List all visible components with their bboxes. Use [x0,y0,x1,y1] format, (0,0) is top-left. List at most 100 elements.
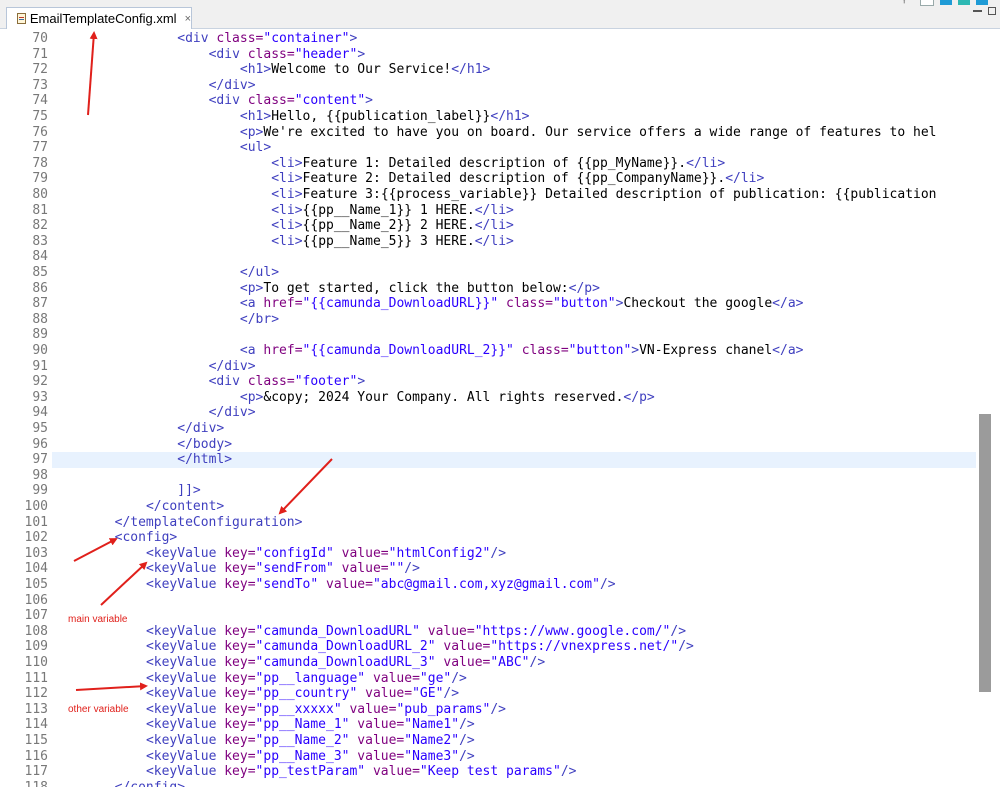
code-line[interactable]: </content> [52,499,976,515]
code-line[interactable]: </body> [52,437,976,453]
code-line[interactable]: <a href="{{camunda_DownloadURL_2}}" clas… [52,343,976,359]
code-area[interactable]: <div class="container"> <div class="heade… [52,29,976,787]
code-token: value= [427,623,475,639]
code-token: "pp__Name_3" [255,748,350,764]
code-line[interactable]: <p>To get started, click the button belo… [52,281,976,297]
xml-editor[interactable]: 70 71 72 73 74 75 76 77 78 79 80 81 82 83 84 85 86 87 88 89… [0,29,1000,787]
code-token: </config> [115,780,185,787]
line-number: 82 [32,218,48,234]
code-token: value= [443,639,491,655]
code-line[interactable] [52,249,976,265]
line-number-gutter: 70 71 72 73 74 75 76 77 78 79 80 81 82 83 84 85 86 87 88 89… [14,29,52,787]
code-line[interactable]: <config> [52,530,976,546]
code-line[interactable]: <h1>Hello, {{publication_label}}</h1> [52,109,976,125]
code-line[interactable]: <li>Feature 1: Detailed description of {… [52,156,976,172]
code-line[interactable]: <li>{{pp__Name_1}} 1 HERE.</li> [52,203,976,219]
code-line[interactable]: <li>{{pp__Name_5}} 3 HERE.</li> [52,234,976,250]
code-line[interactable]: <li>Feature 2: Detailed description of {… [52,171,976,187]
code-line[interactable]: </div> [52,78,976,94]
code-line[interactable]: <keyValue key="camunda_DownloadURL_3" va… [52,655,976,671]
line-number: 110 [24,655,48,670]
code-line[interactable]: </div> [52,359,976,375]
code-token: > [631,343,640,358]
vertical-scrollbar-thumb[interactable] [979,414,991,692]
code-line[interactable]: </html> [52,452,976,468]
line-number: 109 [24,639,48,655]
code-line[interactable]: <li>Feature 3:{{process_variable}} Detai… [52,187,976,203]
code-line[interactable]: <keyValue key="pp__language" value="ge"/… [52,671,976,687]
line-number: 78 [32,155,48,171]
code-line[interactable] [52,468,976,484]
search-icon[interactable]: ⚲ [901,0,908,5]
code-line[interactable]: <keyValue key="pp__country" value="GE"/> [52,686,976,702]
code-token: "configId" [255,545,334,561]
code-line[interactable]: </br> [52,312,976,328]
code-line[interactable]: <keyValue key="pp__xxxxx" value="pub_par… [52,702,976,718]
line-number: 101 [24,514,48,530]
code-line[interactable]: <keyValue key="pp__Name_3" value="Name3"… [52,749,976,765]
code-token: <a [239,296,264,312]
code-line[interactable]: </config> [52,780,976,787]
code-line[interactable]: <ul> [52,140,976,156]
code-token: </content> [145,499,225,514]
code-line[interactable]: <div class="container"> [52,31,976,47]
code-line[interactable]: <keyValue key="pp_testParam" value="Keep… [52,764,976,780]
code-token: "sendFrom" [255,561,334,577]
code-line[interactable]: <p>&copy; 2024 Your Company. All rights … [52,390,976,406]
editor-tab-bar: EmailTemplateConfig.xml × ⚲ [0,0,1000,29]
maximize-icon[interactable] [988,7,996,15]
tab-email-template-config[interactable]: EmailTemplateConfig.xml × [6,7,192,29]
code-token: key= [224,561,256,577]
code-token: /> [490,701,507,717]
perspective-git-icon[interactable] [976,0,988,5]
annotation-main-variable: main variable [68,614,128,625]
code-line[interactable]: <div class="header"> [52,47,976,63]
code-token: </div> [208,405,256,421]
code-line[interactable]: ]]> [52,483,976,499]
code-line[interactable]: <li>{{pp__Name_2}} 2 HERE.</li> [52,218,976,234]
perspective-java-icon[interactable] [940,0,952,5]
line-number: 80 [32,187,48,202]
code-line[interactable]: </div> [52,405,976,421]
code-token: VN-Express chanel [639,343,773,358]
line-number: 93 [32,389,48,405]
code-line[interactable]: <div class="footer"> [52,374,976,390]
line-number: 91 [32,358,48,374]
code-token: "content" [294,93,366,109]
code-line[interactable]: <p>We're excited to have you on board. O… [52,125,976,141]
code-token: "camunda_DownloadURL" [255,623,420,639]
code-token: </p> [623,389,655,405]
minimize-icon[interactable] [973,10,982,12]
code-line[interactable]: </templateConfiguration> [52,515,976,531]
perspective-debug-icon[interactable] [958,0,970,5]
code-token: key= [224,545,256,561]
code-line[interactable]: <keyValue key="camunda_DownloadURL" valu… [52,624,976,640]
code-line[interactable]: <keyValue key="configId" value="htmlConf… [52,546,976,562]
code-line[interactable] [52,327,976,343]
code-line[interactable]: <keyValue key="camunda_DownloadURL_2" va… [52,639,976,655]
code-token: </ul> [239,265,280,280]
code-line[interactable] [52,593,976,609]
code-line[interactable]: <div class="content"> [52,93,976,109]
code-line[interactable] [52,608,976,624]
line-number: 100 [24,499,48,514]
code-line[interactable]: <keyValue key="sendTo" value="abc@gmail.… [52,577,976,593]
code-line[interactable]: <keyValue key="sendFrom" value=""/> [52,561,976,577]
code-line[interactable]: <h1>Welcome to Our Service!</h1> [52,62,976,78]
code-line[interactable]: <keyValue key="pp__Name_2" value="Name2"… [52,733,976,749]
close-icon[interactable]: × [185,13,191,25]
code-token: "container" [263,31,350,46]
code-line[interactable]: </ul> [52,265,976,281]
code-token: /> [459,748,475,764]
code-line[interactable]: <a href="{{camunda_DownloadURL}}" class=… [52,296,976,312]
code-line[interactable]: </div> [52,421,976,437]
code-line[interactable]: <keyValue key="pp__Name_1" value="Name1"… [52,717,976,733]
line-number: 75 [32,109,48,124]
line-number: 73 [32,77,48,93]
code-token: <p> [239,389,264,405]
code-token: "ABC" [490,655,530,670]
code-token: "{{camunda_DownloadURL_2}}" [302,343,514,358]
open-perspective-icon[interactable] [920,0,934,6]
